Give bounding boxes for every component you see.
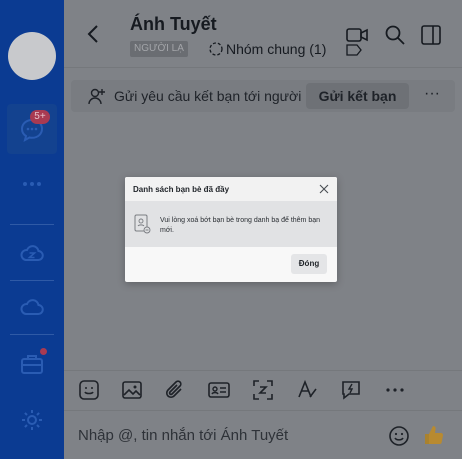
dialog-title: Danh sách bạn bè đã đầy: [133, 185, 230, 194]
more-options-icon[interactable]: ···: [422, 86, 442, 106]
stranger-tag: NGƯỜI LẠ: [130, 41, 188, 57]
emoji-icon[interactable]: [388, 425, 410, 447]
avatar[interactable]: [8, 32, 56, 80]
screenshot-icon[interactable]: [252, 379, 274, 401]
composer-toolbar: [64, 370, 462, 410]
text-format-icon[interactable]: [296, 379, 318, 401]
rail-divider: [10, 334, 54, 335]
settings-icon[interactable]: [18, 406, 46, 434]
friend-request-bar: Gửi yêu cầu kết bạn tới người Gửi kết bạ…: [71, 80, 455, 112]
common-groups-link[interactable]: Nhóm chung (1): [226, 41, 326, 57]
close-icon[interactable]: [319, 184, 329, 194]
left-rail: 5+: [0, 0, 64, 459]
unread-badge: 5+: [30, 110, 50, 124]
dialog-message: Vui lòng xoá bớt bạn bè trong danh bạ để…: [160, 217, 321, 234]
notification-dot: [40, 348, 47, 355]
attachment-icon[interactable]: [164, 379, 186, 401]
message-input[interactable]: Nhập @, tin nhắn tới Ánh Tuyết: [78, 427, 288, 444]
friend-request-text: Gửi yêu cầu kết bạn tới người: [114, 88, 302, 104]
rail-divider: [10, 280, 54, 281]
add-user-icon: [88, 88, 105, 105]
message-composer[interactable]: Nhập @, tin nhắn tới Ánh Tuyết: [64, 410, 462, 459]
search-icon[interactable]: [384, 24, 406, 46]
back-arrow-icon[interactable]: [84, 22, 104, 46]
cloud-icon[interactable]: [18, 294, 46, 322]
zcloud-icon[interactable]: [18, 240, 46, 268]
thumbs-up-icon[interactable]: [422, 423, 446, 447]
more-dots-icon[interactable]: [18, 170, 46, 198]
dialog-body: Vui lòng xoá bớt bạn bè trong danh bạ để…: [125, 201, 337, 247]
close-dialog-button[interactable]: Đóng: [291, 254, 327, 274]
contact-card-icon[interactable]: [208, 379, 230, 401]
contact-name: Ánh Tuyết: [130, 14, 217, 34]
sidebar-toggle-icon[interactable]: [420, 24, 442, 46]
friend-list-full-dialog: Danh sách bạn bè đã đầy Vui lòng xoá bớt…: [125, 177, 337, 282]
chat-header: Ánh Tuyết NGƯỜI LẠ Nhóm chung (1): [64, 0, 462, 68]
image-icon[interactable]: [121, 379, 143, 401]
video-call-icon[interactable]: [346, 24, 368, 46]
more-tools-icon[interactable]: [384, 379, 406, 401]
dialog-header: Danh sách bạn bè đã đầy: [125, 177, 337, 201]
quick-message-icon[interactable]: [340, 379, 362, 401]
rail-divider: [10, 224, 54, 225]
group-icon: [209, 42, 223, 56]
contacts-book-icon: [134, 214, 151, 234]
send-friend-request-button[interactable]: Gửi kết bạn: [306, 83, 409, 109]
sticker-icon[interactable]: [78, 379, 100, 401]
